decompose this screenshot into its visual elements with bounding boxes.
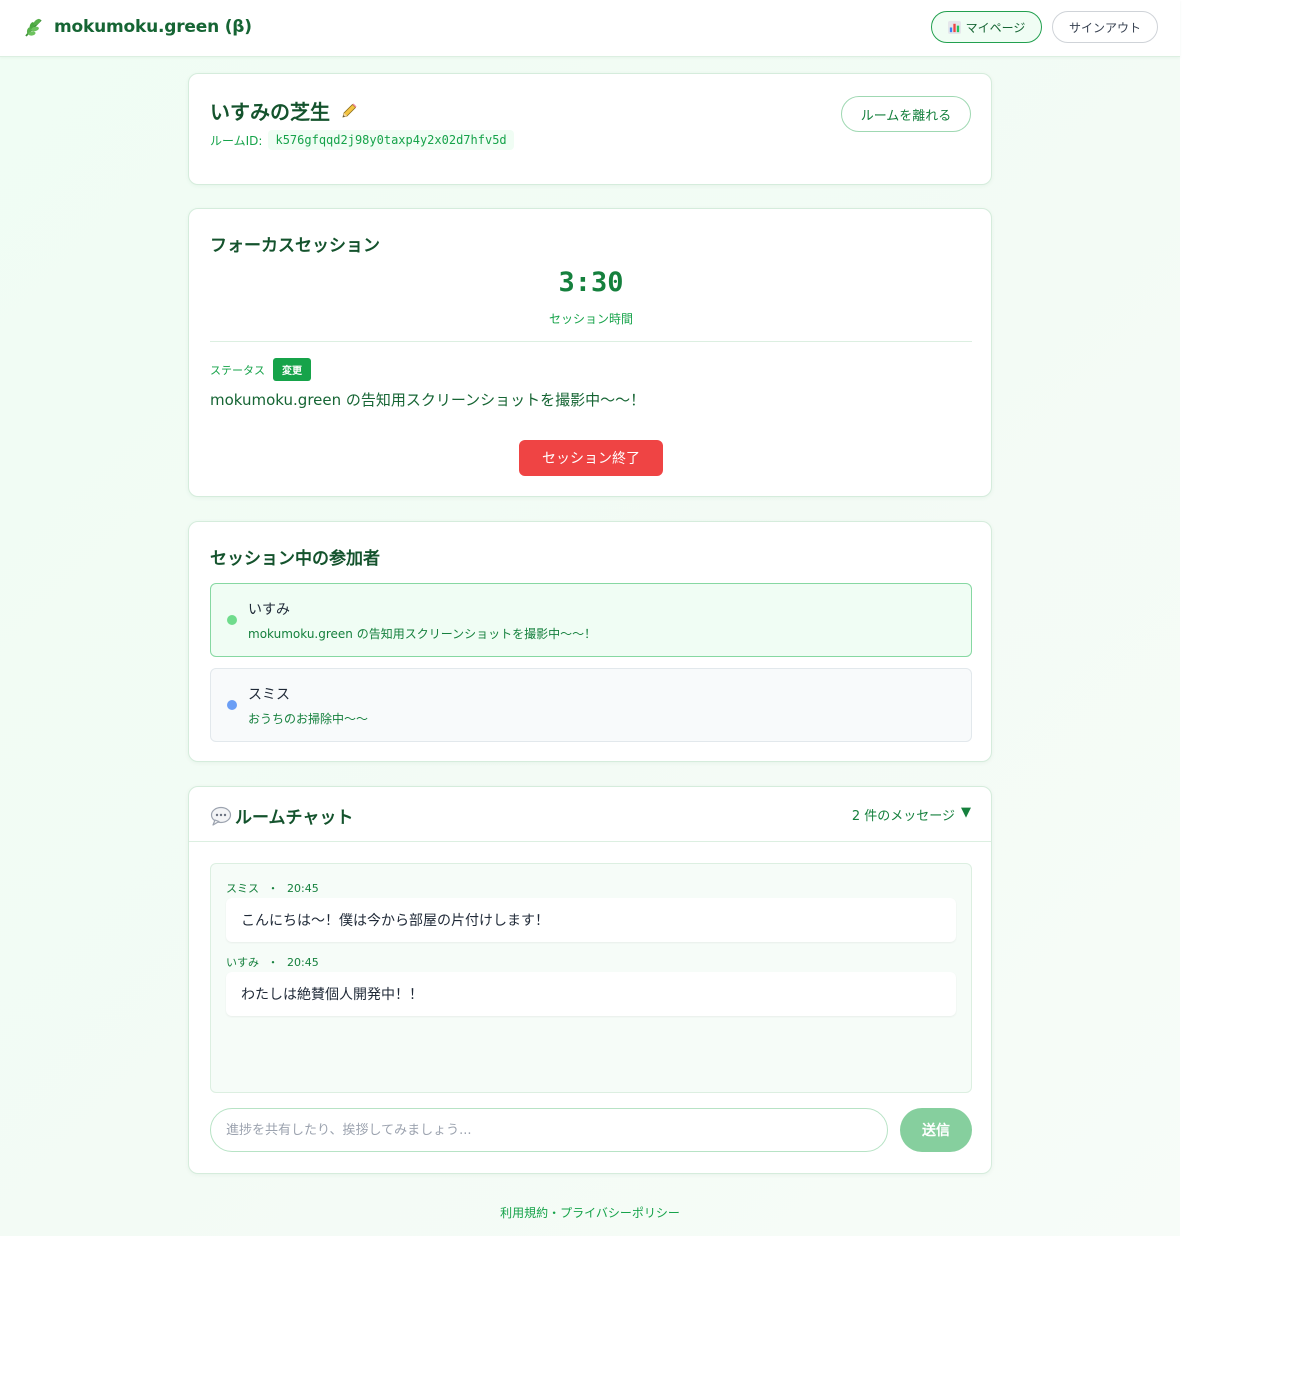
privacy-link[interactable]: プライバシーポリシー — [560, 1206, 680, 1220]
footer-separator: ・ — [548, 1206, 561, 1220]
send-button[interactable]: 送信 — [900, 1108, 972, 1152]
brand-title: mokumoku.green (β) — [54, 17, 252, 37]
participant-status: mokumoku.green の告知用スクリーンショットを撮影中〜〜！ — [248, 627, 597, 641]
divider — [210, 341, 972, 342]
brand[interactable]: mokumoku.green (β) — [22, 15, 252, 39]
focus-session-title: フォーカスセッション — [210, 236, 380, 256]
message-separator: ・ — [267, 882, 279, 895]
participants-card: セッション中の参加者 いすみ mokumoku.green の告知用スクリーンシ… — [188, 521, 992, 762]
room-id-value: k576gfqqd2j98y0taxp4y2x02d7hfv5d — [268, 130, 514, 150]
participant-status-dot — [227, 615, 237, 625]
chat-title-row: ルームチャット — [210, 803, 353, 828]
change-status-button[interactable]: 変更 — [273, 358, 311, 381]
leaf-icon — [25, 18, 42, 37]
app-background: mokumoku.green (β) マイページ サインアウト いすみの芝生 ル… — [0, 0, 1180, 1236]
bar-chart-icon — [947, 20, 961, 34]
participant-status: おうちのお掃除中〜〜 — [248, 712, 369, 726]
chat-message-input[interactable] — [210, 1108, 888, 1152]
top-navigation-bar: mokumoku.green (β) マイページ サインアウト — [0, 0, 1180, 57]
message-time: 20:45 — [287, 882, 319, 895]
room-chat-card: ルームチャット 2 件のメッセージ ▼ スミス ・ 20:45 こんにちは〜！僕… — [188, 786, 992, 1174]
message-meta: いすみ ・ 20:45 — [226, 954, 319, 970]
room-title-row: いすみの芝生 — [210, 96, 358, 125]
chat-header[interactable]: ルームチャット 2 件のメッセージ ▼ — [189, 787, 991, 842]
footer: 利用規約・プライバシーポリシー — [0, 1204, 1180, 1221]
leave-room-button[interactable]: ルームを離れる — [841, 96, 971, 132]
speech-bubble-icon — [210, 806, 232, 826]
chevron-down-icon: ▼ — [961, 805, 971, 820]
room-name: いすみの芝生 — [210, 100, 330, 124]
message-bubble: わたしは絶賛個人開発中！！ — [226, 972, 956, 1016]
mypage-label: マイページ — [965, 20, 1026, 35]
pencil-icon[interactable] — [340, 102, 358, 120]
status-label: ステータス — [210, 363, 265, 377]
message-author: スミス — [226, 882, 259, 895]
room-id-label: ルームID: — [210, 133, 263, 148]
end-session-button[interactable]: セッション終了 — [519, 440, 663, 476]
chat-message-count[interactable]: 2 件のメッセージ ▼ — [852, 805, 971, 824]
chat-count-label: 2 件のメッセージ — [851, 809, 955, 824]
message-author: いすみ — [226, 956, 259, 969]
message-time: 20:45 — [287, 956, 319, 969]
participant-item: いすみ mokumoku.green の告知用スクリーンショットを撮影中〜〜！ — [210, 583, 972, 657]
signout-label: サインアウト — [1068, 20, 1141, 35]
chat-title: ルームチャット — [235, 808, 354, 828]
status-row: ステータス 変更 — [210, 358, 311, 381]
participant-status-dot — [227, 700, 237, 710]
status-text: mokumoku.green の告知用スクリーンショットを撮影中〜〜！ — [210, 391, 646, 409]
participants-title: セッション中の参加者 — [210, 549, 380, 569]
participant-name: スミス — [248, 687, 290, 703]
message-bubble: こんにちは〜！僕は今から部屋の片付けします！ — [226, 898, 956, 942]
focus-session-card: フォーカスセッション 3:30 セッション時間 ステータス 変更 mokumok… — [188, 208, 992, 497]
session-timer: 3:30 — [558, 267, 624, 298]
terms-link[interactable]: 利用規約 — [500, 1206, 548, 1220]
message-separator: ・ — [267, 956, 279, 969]
message-meta: スミス ・ 20:45 — [226, 880, 319, 896]
participant-item: スミス おうちのお掃除中〜〜 — [210, 668, 972, 742]
room-id-row: ルームID: k576gfqqd2j98y0taxp4y2x02d7hfv5d — [210, 130, 514, 150]
room-card: いすみの芝生 ルームID: k576gfqqd2j98y0taxp4y2x02d… — [188, 73, 992, 185]
chat-messages-area[interactable]: スミス ・ 20:45 こんにちは〜！僕は今から部屋の片付けします！ いすみ ・… — [210, 863, 972, 1093]
session-timer-label: セッション時間 — [548, 312, 633, 326]
mypage-button[interactable]: マイページ — [931, 11, 1042, 43]
participant-name: いすみ — [248, 602, 290, 618]
signout-button[interactable]: サインアウト — [1052, 11, 1158, 43]
